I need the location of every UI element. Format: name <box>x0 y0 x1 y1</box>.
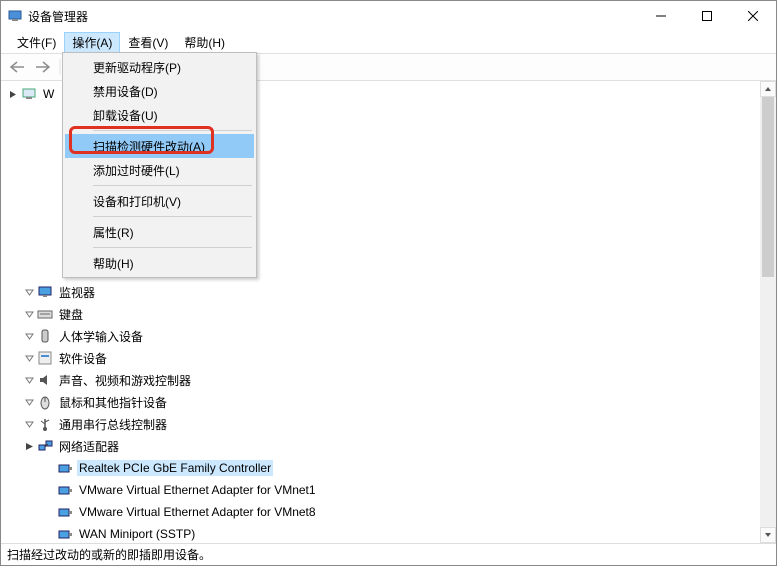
status-text: 扫描经过改动的或新的即插即用设备。 <box>7 546 211 563</box>
adapter-icon <box>57 504 73 520</box>
tree-device[interactable]: Realtek PCIe GbE Family Controller <box>1 457 760 479</box>
tree-device[interactable]: VMware Virtual Ethernet Adapter for VMne… <box>1 501 760 523</box>
menu-view[interactable]: 查看(V) <box>120 32 176 53</box>
keyboard-icon <box>37 306 53 322</box>
menu-action[interactable]: 操作(A) <box>64 32 120 53</box>
back-button[interactable] <box>5 55 29 79</box>
menu-bar: 文件(F) 操作(A) 查看(V) 帮助(H) <box>1 31 776 53</box>
minimize-button[interactable] <box>638 1 684 31</box>
usb-icon <box>37 416 53 432</box>
status-bar: 扫描经过改动的或新的即插即用设备。 <box>1 543 776 565</box>
menu-help[interactable]: 帮助(H) <box>65 251 254 275</box>
sound-icon <box>37 372 53 388</box>
adapter-icon <box>57 460 73 476</box>
mouse-icon <box>37 394 53 410</box>
menu-update-driver[interactable]: 更新驱动程序(P) <box>65 55 254 79</box>
tree-category-network[interactable]: 网络适配器 <box>1 435 760 457</box>
monitor-icon <box>37 284 53 300</box>
adapter-icon <box>57 526 73 542</box>
menu-help[interactable]: 帮助(H) <box>176 32 233 53</box>
tree-category[interactable]: 软件设备 <box>1 347 760 369</box>
action-menu-dropdown: 更新驱动程序(P) 禁用设备(D) 卸载设备(U) 扫描检测硬件改动(A) 添加… <box>62 52 257 278</box>
menu-separator <box>93 247 252 248</box>
scroll-down-button[interactable] <box>760 527 776 543</box>
tree-category[interactable]: 鼠标和其他指针设备 <box>1 391 760 413</box>
hid-icon <box>37 328 53 344</box>
computer-icon <box>21 86 37 102</box>
tree-category[interactable]: 键盘 <box>1 303 760 325</box>
network-icon <box>37 438 53 454</box>
menu-separator <box>93 185 252 186</box>
tree-category[interactable]: 监视器 <box>1 281 760 303</box>
menu-uninstall-device[interactable]: 卸载设备(U) <box>65 103 254 127</box>
tree-device[interactable]: WAN Miniport (SSTP) <box>1 523 760 543</box>
close-button[interactable] <box>730 1 776 31</box>
menu-add-legacy[interactable]: 添加过时硬件(L) <box>65 158 254 182</box>
forward-button[interactable] <box>31 55 55 79</box>
title-bar: 设备管理器 <box>1 1 776 31</box>
adapter-icon <box>57 482 73 498</box>
menu-disable-device[interactable]: 禁用设备(D) <box>65 79 254 103</box>
menu-devices-printers[interactable]: 设备和打印机(V) <box>65 189 254 213</box>
menu-separator <box>93 130 252 131</box>
menu-properties[interactable]: 属性(R) <box>65 220 254 244</box>
selected-device: Realtek PCIe GbE Family Controller <box>77 460 273 476</box>
tree-category[interactable]: 通用串行总线控制器 <box>1 413 760 435</box>
app-icon <box>7 8 23 24</box>
scroll-up-button[interactable] <box>760 81 776 97</box>
tree-category[interactable]: 声音、视频和游戏控制器 <box>1 369 760 391</box>
vertical-scrollbar[interactable] <box>760 81 776 543</box>
maximize-button[interactable] <box>684 1 730 31</box>
tree-device[interactable]: VMware Virtual Ethernet Adapter for VMne… <box>1 479 760 501</box>
menu-file[interactable]: 文件(F) <box>9 32 64 53</box>
menu-separator <box>93 216 252 217</box>
software-icon <box>37 350 53 366</box>
tree-category[interactable]: 人体学输入设备 <box>1 325 760 347</box>
scroll-thumb[interactable] <box>762 97 774 277</box>
menu-scan-hardware[interactable]: 扫描检测硬件改动(A) <box>65 134 254 158</box>
window-title: 设备管理器 <box>28 8 638 25</box>
